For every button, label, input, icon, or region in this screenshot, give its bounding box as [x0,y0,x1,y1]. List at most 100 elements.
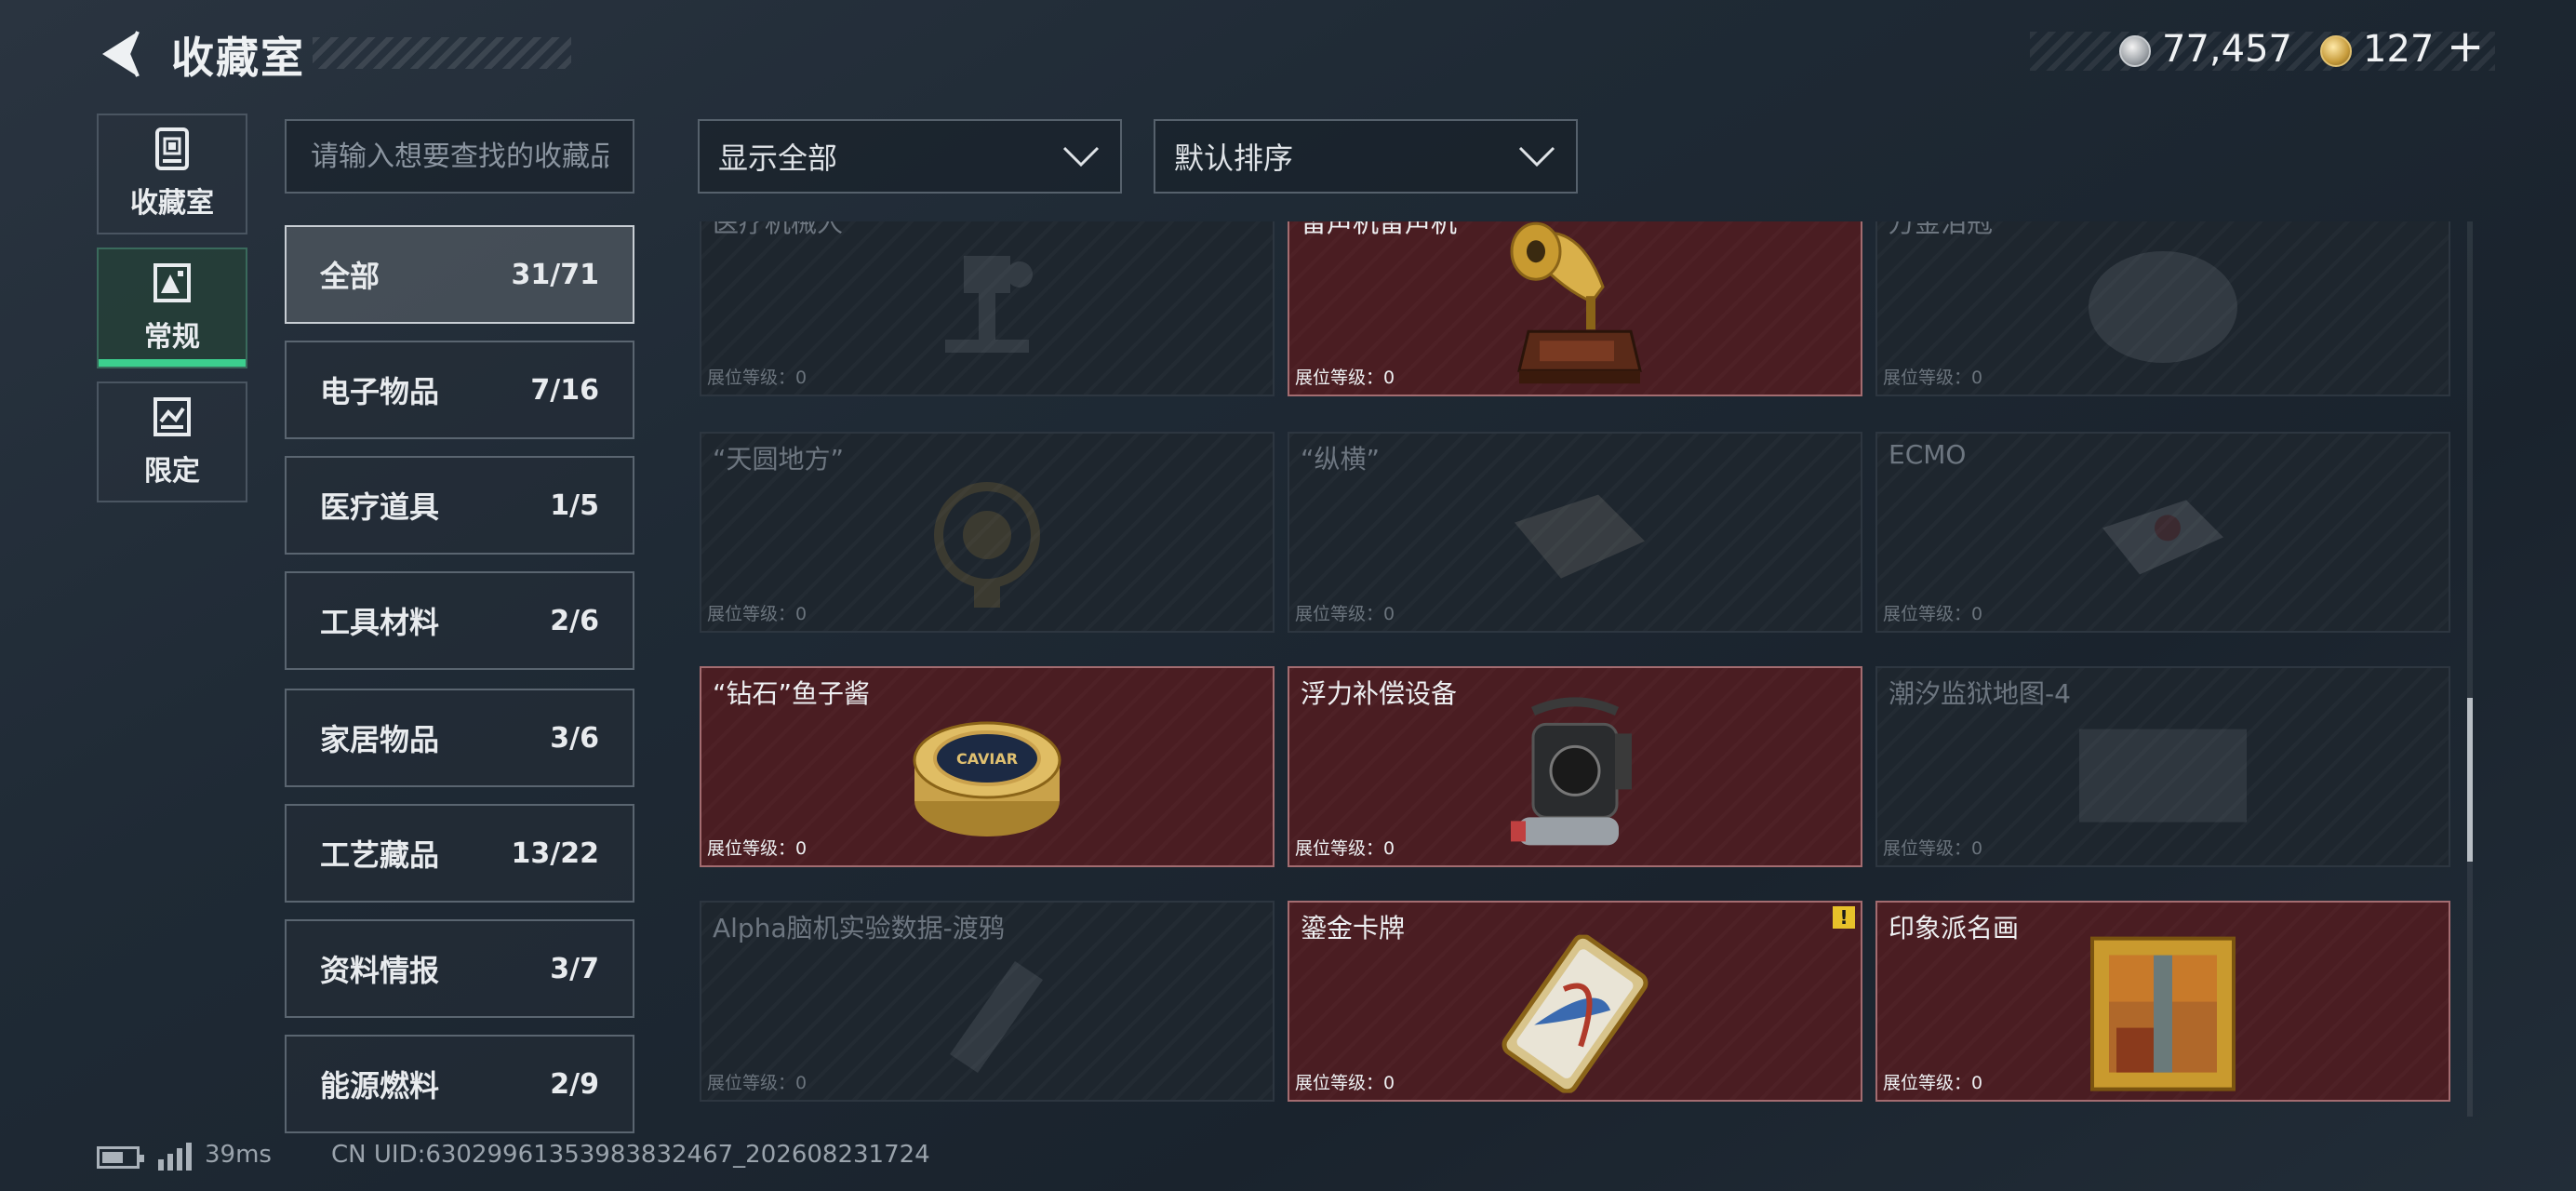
item-name: 浮力补偿设备 [1301,678,1458,709]
category-household[interactable]: 家居物品 3/6 [285,689,634,787]
display-level: 展位等级：0 [1295,838,1395,859]
category-name: 工具材料 [320,605,440,640]
category-all[interactable]: 全部 31/71 [285,225,634,324]
category-count: 7/16 [530,373,599,407]
category-count: 2/9 [550,1067,599,1101]
data-drive-icon [950,961,1043,1073]
title-stripe [313,37,571,69]
silver-currency-amount: 77,457 [2162,28,2292,71]
category-name: 医疗道具 [320,489,440,525]
display-level: 展位等级：0 [1883,604,1983,624]
item-name: 医疗机械人 [713,221,844,238]
category-name: 电子物品 [320,374,440,409]
rail-item-limited[interactable]: 限定 [97,381,247,502]
ping-readout: 39ms [205,1141,272,1169]
add-currency-button[interactable]: + [2447,20,2484,73]
display-level: 展位等级：0 [707,838,808,859]
category-name: 资料情报 [320,953,440,988]
display-level: 展位等级：0 [707,368,808,388]
chevron-down-icon [1062,146,1100,167]
category-medical[interactable]: 医疗道具 1/5 [285,456,634,555]
item-name: 鎏金卡牌 [1301,913,1406,943]
collection-card[interactable]: 浮力补偿设备 展位等级：0 [1288,666,1862,867]
page-title: 收藏室 [171,33,305,83]
display-level: 展位等级：0 [1295,368,1395,388]
user-uid: CN UID:630299613539838324​67_20260823172… [331,1141,930,1169]
collection-card[interactable]: 万金泪冠 展位等级：0 [1875,221,2450,396]
sort-value: 默认排序 [1174,141,1294,176]
category-crafts[interactable]: 工艺藏品 13/22 [285,804,634,903]
rail-item-label: 限定 [144,455,200,488]
category-electronics[interactable]: 电子物品 7/16 [285,341,634,439]
limited-icon [153,397,191,436]
item-name: 万金泪冠 [1889,221,1994,238]
ecmo-icon [2102,500,2223,575]
category-name: 家居物品 [320,722,440,757]
crown-icon [2089,251,2237,363]
item-name: Alpha脑机实验数据-渡鸦 [713,913,1005,943]
category-count: 13/22 [511,836,599,870]
category-energy[interactable]: 能源燃料 2/9 [285,1035,634,1133]
category-count: 3/7 [550,952,599,985]
collection-grid[interactable]: 医疗机械人 展位等级：0 留声机留声机 展位等级：0 万金泪冠 展位等级：0 “… [696,221,2454,1117]
category-name: 全部 [320,259,380,294]
item-name: “钻石”鱼子酱 [713,678,871,709]
battery-icon [97,1146,144,1169]
chevron-down-icon [1518,146,1555,167]
collection-card[interactable]: 留声机留声机 展位等级：0 [1288,221,1862,396]
category-intel[interactable]: 资料情报 3/7 [285,919,634,1018]
category-count: 31/71 [511,258,599,291]
collection-room-icon [155,127,189,170]
buoyancy-device-icon [1511,697,1632,846]
show-filter-value: 显示全部 [718,141,838,176]
display-level: 展位等级：0 [707,604,808,624]
gold-coin-icon [2320,35,2352,67]
item-name: ECMO [1889,439,1967,470]
caviar-tin-icon: CAVIAR [913,721,1061,836]
signal-icon [158,1143,192,1171]
display-level: 展位等级：0 [1883,368,1983,388]
normal-gallery-icon [153,263,191,302]
collection-card[interactable]: 医疗机械人 展位等级：0 [700,221,1275,396]
back-arrow-icon[interactable] [97,28,145,80]
category-name: 工艺藏品 [320,837,440,873]
grid-scrollbar-track[interactable] [2467,221,2473,1117]
item-name: “天圆地方” [713,444,845,475]
grid-scrollbar-thumb[interactable] [2467,698,2473,862]
category-count: 3/6 [550,721,599,755]
item-name: 留声机留声机 [1301,221,1458,238]
framed-painting-icon [2090,936,2236,1091]
armillary-icon [934,482,1040,608]
silver-coin-icon [2119,35,2151,67]
collection-card[interactable]: “纵横” 展位等级：0 [1288,432,1862,633]
collection-card[interactable]: 鎏金卡牌 ! 展位等级：0 [1288,901,1862,1102]
rail-item-normal[interactable]: 常规 [97,248,247,368]
gold-currency-amount: 127 [2363,28,2435,71]
display-level: 展位等级：0 [1883,838,1983,859]
item-name: “纵横” [1301,444,1381,475]
display-level: 展位等级：0 [1295,604,1395,624]
category-count: 2/6 [550,604,599,637]
collection-card[interactable]: 印象派名画 展位等级：0 [1875,901,2450,1102]
item-name: 潮汐监狱地图-4 [1889,678,2071,709]
gramophone-icon [1510,221,1642,384]
search-input[interactable] [285,119,634,194]
show-filter-dropdown[interactable]: 显示全部 [698,119,1122,194]
display-level: 展位等级：0 [1295,1073,1395,1093]
collection-card[interactable]: ECMO 展位等级：0 [1875,432,2450,633]
category-count: 1/5 [550,488,599,522]
rail-item-label: 收藏室 [130,187,214,220]
gilded-card-icon [1502,934,1648,1093]
rail-item-collection-room[interactable]: 收藏室 [97,114,247,234]
collection-card[interactable]: “天圆地方” 展位等级：0 [700,432,1275,633]
warning-badge: ! [1833,906,1855,929]
map-icon [2079,729,2247,823]
category-tools[interactable]: 工具材料 2/6 [285,571,634,670]
sort-dropdown[interactable]: 默认排序 [1154,119,1578,194]
rail-item-label: 常规 [144,321,200,354]
chessboard-icon [1515,494,1645,579]
collection-card[interactable]: Alpha脑机实验数据-渡鸦 展位等级：0 [700,901,1275,1102]
collection-card[interactable]: 潮汐监狱地图-4 展位等级：0 [1875,666,2450,867]
category-name: 能源燃料 [320,1068,440,1104]
collection-card[interactable]: “钻石”鱼子酱 CAVIAR 展位等级：0 [700,666,1275,867]
